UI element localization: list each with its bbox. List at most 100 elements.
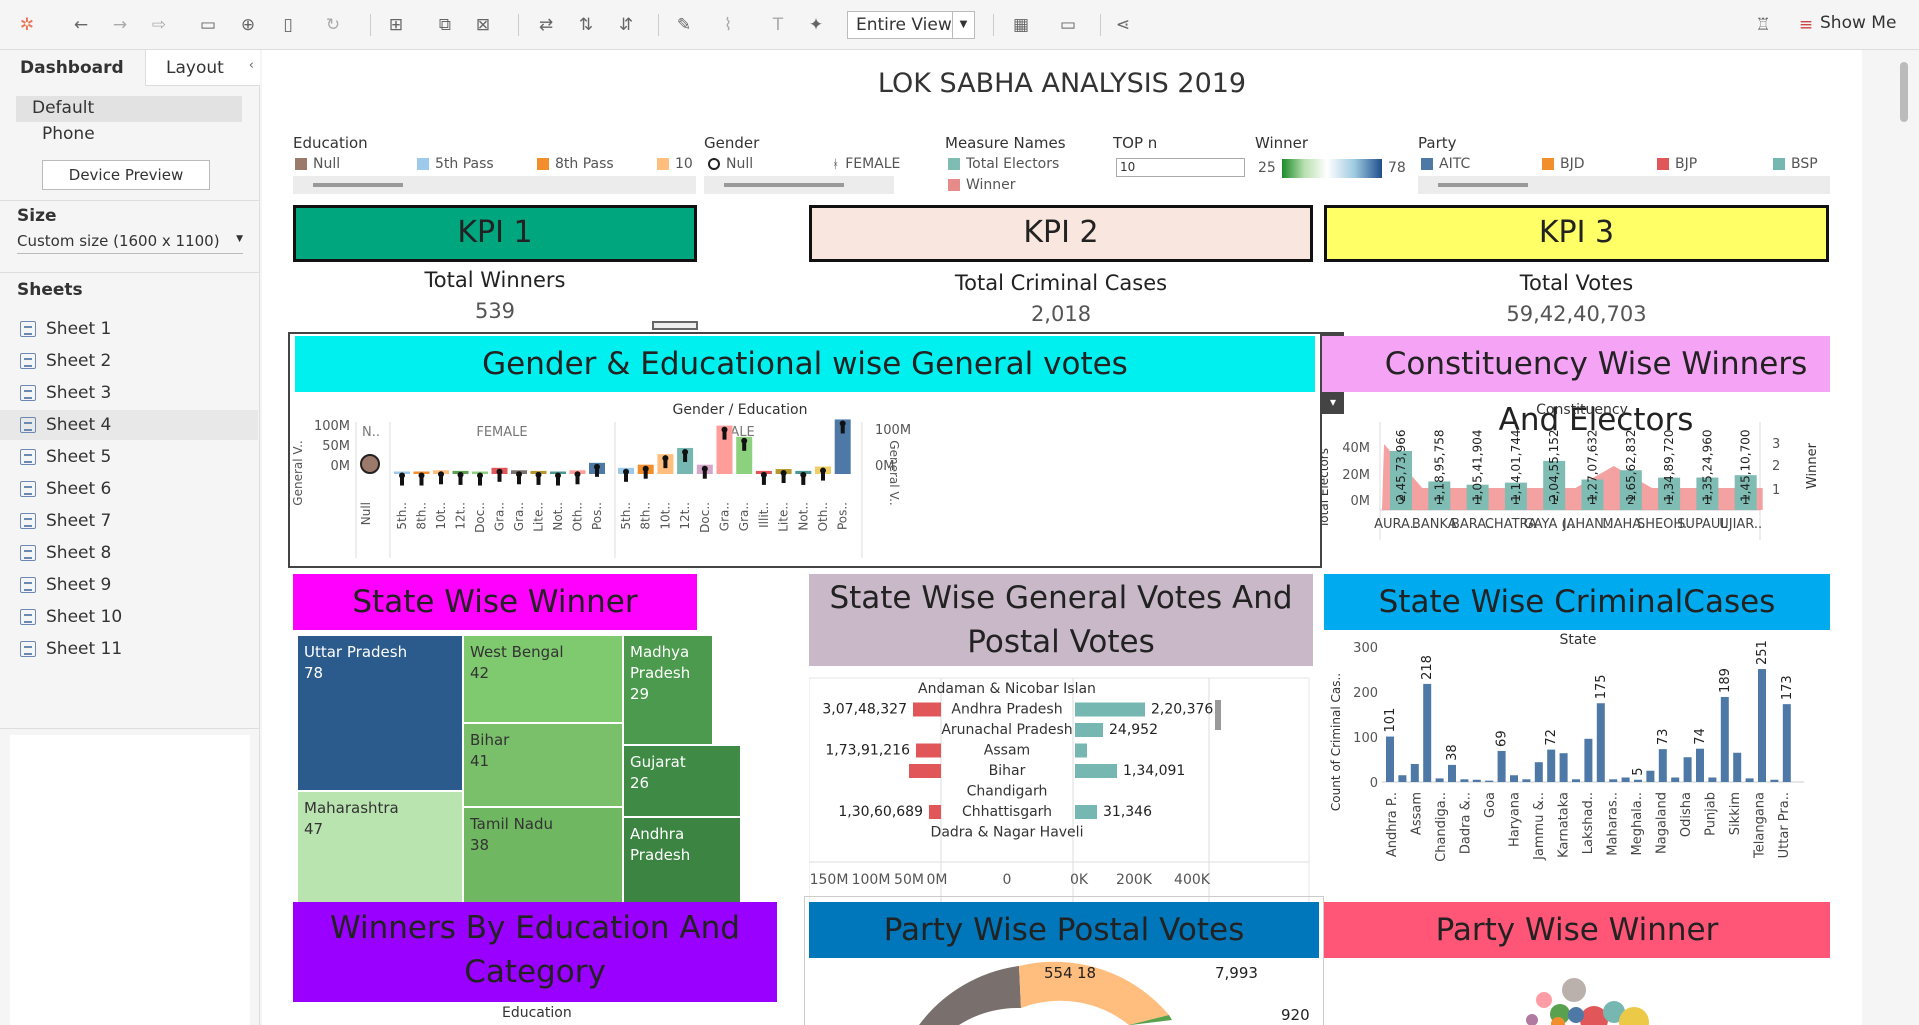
refresh-icon[interactable]: ↻ [320, 12, 346, 38]
person-marker [702, 470, 707, 479]
x-tick-label: 8th.. [639, 502, 653, 530]
legend-item[interactable]: AITC [1421, 156, 1470, 172]
tableau-logo-icon[interactable]: ✲ [14, 12, 40, 38]
sheet-item[interactable]: Sheet 7 [0, 506, 258, 536]
y-axis-label: Total Electors [1322, 448, 1331, 529]
treemap-cell[interactable]: Madhya Pradesh 29 [623, 635, 713, 745]
tab-layout[interactable]: Layout ‹ [145, 50, 260, 86]
pie-slice[interactable] [919, 966, 1021, 1025]
sheet-item[interactable]: Sheet 9 [0, 570, 258, 600]
share-icon[interactable]: ⋖ [1110, 12, 1136, 38]
swap-icon[interactable]: ⇄ [533, 12, 559, 38]
state-winner-title: State Wise Winner [293, 574, 697, 630]
kpi-2-value: 2,018 [1030, 302, 1092, 326]
replay-icon[interactable]: ⇨ [146, 12, 172, 38]
new-worksheet-icon[interactable]: ⊞ [383, 12, 409, 38]
sort-desc-icon[interactable]: ⇵ [613, 12, 639, 38]
move-handle[interactable] [652, 321, 698, 330]
y-tick: 0 [1370, 776, 1378, 791]
person-marker [458, 476, 463, 485]
person-marker [595, 468, 599, 477]
treemap-cell[interactable]: Bihar 41 [463, 723, 623, 807]
undo-icon[interactable]: ← [68, 12, 94, 38]
x-tick: 150M [810, 872, 849, 888]
sheet-item[interactable]: Sheet 6 [0, 474, 258, 504]
scroll-thumb[interactable] [1900, 62, 1908, 122]
sheet-item[interactable]: Sheet 3 [0, 378, 258, 408]
bar-label: 1,18,95,758 [1432, 429, 1446, 502]
brush-icon[interactable]: ♖ [1750, 12, 1776, 38]
size-select[interactable]: Custom size (1600 x 1100) ▼ [17, 232, 243, 254]
show-me-button[interactable]: Show Me [1820, 13, 1896, 33]
presentation-icon[interactable]: ▭ [1055, 12, 1081, 38]
legend-item[interactable]: 5th Pass [417, 156, 494, 172]
legend-item[interactable]: 10 [657, 156, 693, 172]
fit-view-select[interactable]: Entire View ▼ [847, 11, 975, 39]
bubble[interactable] [1562, 978, 1586, 1002]
top-n-input[interactable]: 10 [1116, 158, 1245, 177]
kpi-1-box: KPI 1 [293, 205, 697, 262]
highlight-icon[interactable]: ✎ [671, 12, 697, 38]
legend-item[interactable]: BJP [1657, 156, 1697, 172]
device-default[interactable]: Default [16, 96, 242, 122]
group-icon[interactable]: ⌇ [715, 12, 741, 38]
cards-icon[interactable]: ▦ [1008, 12, 1034, 38]
person-marker [781, 475, 786, 484]
sheet-item[interactable]: Sheet 2 [0, 346, 258, 376]
x-tick-label: 12t.. [454, 502, 468, 530]
new-datasource-icon[interactable]: ⊕ [235, 12, 261, 38]
bubble[interactable] [1568, 1007, 1584, 1023]
kpi-2-box: KPI 2 [809, 205, 1313, 262]
legend-scrollbar[interactable] [1418, 176, 1830, 194]
save-icon[interactable]: ▭ [195, 12, 221, 38]
x-tick-label: UJIAR.. [1719, 517, 1762, 532]
state-label: Dadra & Nagar Haveli [931, 825, 1084, 841]
sheet-item[interactable]: Sheet 8 [0, 538, 258, 568]
canvas-scrollbar[interactable] [1862, 50, 1919, 1025]
treemap-cell[interactable]: Uttar Pradesh 78 [297, 635, 463, 791]
pie-label: 18 [1077, 964, 1096, 982]
tab-dashboard[interactable]: Dashboard [0, 50, 145, 86]
sheet-item[interactable]: Sheet 5 [0, 442, 258, 472]
device-preview-button[interactable]: Device Preview [42, 160, 210, 190]
legend-item[interactable]: Total Electors [948, 156, 1059, 172]
legend-item[interactable]: BJD [1542, 156, 1585, 172]
legend-item[interactable]: Winner [948, 177, 1016, 193]
bubble[interactable] [1526, 1014, 1538, 1025]
person-marker [517, 476, 521, 485]
x-tick-label: Oth.. [571, 502, 585, 531]
treemap-cell[interactable]: Gujarat 26 [623, 745, 741, 817]
sheet-item[interactable]: Sheet 10 [0, 602, 258, 632]
collapse-icon[interactable]: ‹ [249, 58, 254, 73]
legend-item[interactable]: ᚼ FEMALE [832, 156, 900, 172]
party-winner-bubbles [1526, 978, 1649, 1025]
bubble[interactable] [1536, 992, 1552, 1008]
legend-scrollbar[interactable] [704, 176, 894, 194]
winner-label: 2 [1627, 493, 1635, 507]
x-tick-label: Lite.. [777, 502, 791, 532]
worksheet-icon [20, 513, 36, 529]
legend-item[interactable]: Null [708, 156, 753, 172]
y-tick: 0M [1351, 494, 1371, 509]
show-me-icon[interactable]: ≡ [1793, 12, 1819, 38]
legend-scrollbar[interactable] [293, 176, 696, 194]
sheet-item[interactable]: Sheet 4 [0, 410, 258, 440]
labels-icon[interactable]: T [765, 12, 791, 38]
sheet-item[interactable]: Sheet 1 [0, 314, 258, 344]
redo-icon[interactable]: → [107, 12, 133, 38]
legend-item[interactable]: Null [295, 156, 340, 172]
legend-item[interactable]: BSP [1773, 156, 1818, 172]
treemap-cell[interactable]: West Bengal 42 [463, 635, 623, 723]
bar [1497, 750, 1506, 782]
pause-icon[interactable]: ▯ [275, 12, 301, 38]
clear-sheet-icon[interactable]: ⊠ [470, 12, 496, 38]
duplicate-icon[interactable]: ⧉ [432, 12, 458, 38]
pin-icon[interactable]: ✦ [803, 12, 829, 38]
legend-item[interactable]: 8th Pass [537, 156, 614, 172]
data-label: 69 [1495, 730, 1510, 747]
y2-axis-label: Winner [1805, 442, 1820, 489]
device-phone[interactable]: Phone [16, 122, 242, 148]
sort-asc-icon[interactable]: ⇅ [573, 12, 599, 38]
sheet-item[interactable]: Sheet 11 [0, 634, 258, 664]
bar [1584, 738, 1593, 782]
